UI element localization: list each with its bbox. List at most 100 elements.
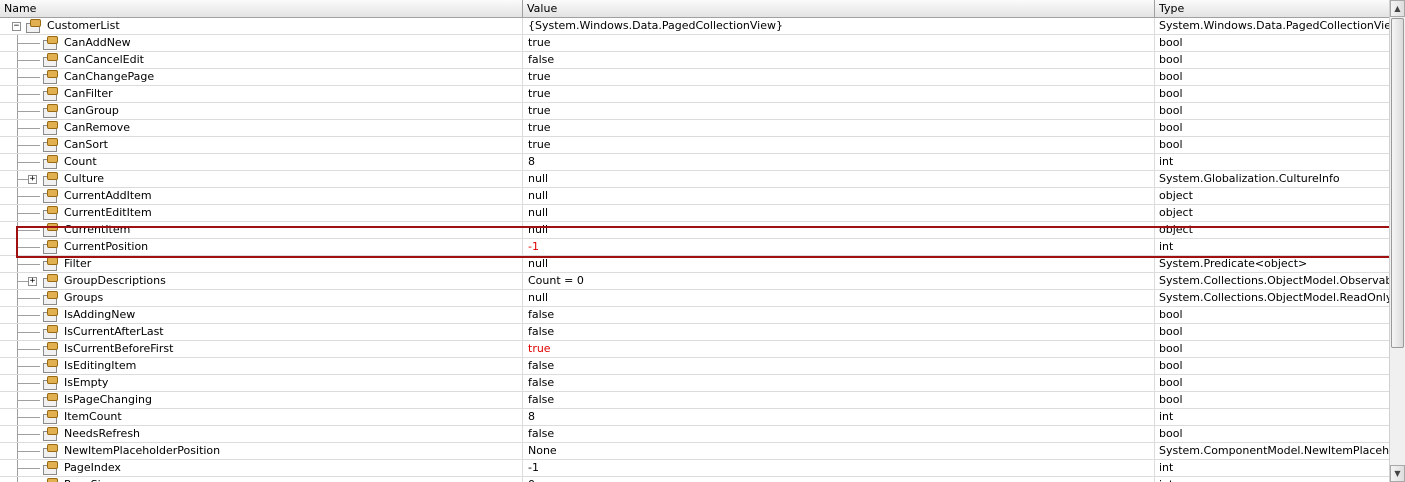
property-name: CanGroup	[64, 104, 119, 117]
scroll-thumb[interactable]	[1391, 18, 1404, 348]
tree-line	[17, 196, 40, 197]
value-cell[interactable]: Count = 0	[523, 273, 1155, 289]
type-cell: bool	[1159, 393, 1183, 406]
value-cell[interactable]: -1	[523, 239, 1155, 255]
value-cell[interactable]: true	[523, 69, 1155, 85]
property-icon	[43, 121, 58, 135]
value-cell[interactable]: false	[523, 358, 1155, 374]
property-name: Culture	[64, 172, 105, 185]
column-header-value[interactable]: Value	[523, 0, 1155, 17]
name-cell: IsEmpty	[0, 375, 523, 391]
value-cell[interactable]: null	[523, 188, 1155, 204]
property-row[interactable]: CanChangePage true bool	[0, 69, 1389, 86]
value-cell[interactable]: {System.Windows.Data.PagedCollectionView…	[523, 18, 1155, 34]
property-row[interactable]: PageIndex -1 int	[0, 460, 1389, 477]
value-cell[interactable]: 0	[523, 477, 1155, 482]
property-row[interactable]: NeedsRefresh false bool	[0, 426, 1389, 443]
property-row[interactable]: PageSize 0int	[0, 477, 1389, 482]
property-row[interactable]: CurrentAddItem null object	[0, 188, 1389, 205]
value-cell[interactable]: null	[523, 205, 1155, 221]
property-row[interactable]: Groups null System.Collections.ObjectModel…	[0, 290, 1389, 307]
property-row[interactable]: CanSort true bool	[0, 137, 1389, 154]
property-icon	[43, 291, 58, 305]
type-cell: bool	[1159, 359, 1183, 372]
value-cell[interactable]: true	[523, 120, 1155, 136]
value-cell[interactable]: false	[523, 375, 1155, 391]
property-icon	[43, 189, 58, 203]
property-name: IsCurrentBeforeFirst	[64, 342, 174, 355]
value-cell[interactable]: true	[523, 35, 1155, 51]
value-cell[interactable]: None	[523, 443, 1155, 459]
value-cell[interactable]: false	[523, 392, 1155, 408]
scroll-down-arrow-icon[interactable]: ▼	[1390, 465, 1405, 482]
property-row[interactable]: CurrentPosition -1 int	[0, 239, 1389, 256]
value-cell[interactable]: 8	[523, 409, 1155, 425]
value-cell[interactable]: false	[523, 52, 1155, 68]
type-cell: int	[1159, 240, 1174, 253]
property-icon	[43, 342, 58, 356]
expand-icon[interactable]: +	[28, 277, 37, 286]
value-cell[interactable]: true	[523, 103, 1155, 119]
property-row[interactable]: IsEmpty false bool	[0, 375, 1389, 392]
property-name: IsCurrentAfterLast	[64, 325, 164, 338]
property-row[interactable]: IsAddingNew false bool	[0, 307, 1389, 324]
expand-icon[interactable]: +	[28, 175, 37, 184]
property-row[interactable]: CurrentEditItem null object	[0, 205, 1389, 222]
tree-line	[17, 43, 40, 44]
property-row[interactable]: + Culture null System.Globalization.Culture…	[0, 171, 1389, 188]
property-row[interactable]: IsEditingItem false bool	[0, 358, 1389, 375]
value-cell[interactable]: true	[523, 137, 1155, 153]
property-row[interactable]: CanAddNew true bool	[0, 35, 1389, 52]
property-icon	[43, 138, 58, 152]
root-row[interactable]: − CustomerList {System.Windows.Data.PagedC…	[0, 18, 1389, 35]
type-cell: bool	[1159, 342, 1183, 355]
vertical-scrollbar[interactable]: ▲ ▼	[1389, 0, 1405, 482]
name-cell: Count	[0, 154, 523, 170]
name-cell: CanRemove	[0, 120, 523, 136]
property-name: IsPageChanging	[64, 393, 152, 406]
property-row[interactable]: IsPageChanging false bool	[0, 392, 1389, 409]
value-cell[interactable]: false	[523, 426, 1155, 442]
collapse-icon[interactable]: −	[12, 22, 21, 31]
property-name: CanChangePage	[64, 70, 155, 83]
property-row[interactable]: IsCurrentAfterLast false bool	[0, 324, 1389, 341]
column-header-type[interactable]: Type	[1155, 0, 1389, 17]
name-cell: Filter	[0, 256, 523, 272]
property-row[interactable]: IsCurrentBeforeFirst true bool	[0, 341, 1389, 358]
tree-line	[17, 434, 40, 435]
scroll-up-arrow-icon[interactable]: ▲	[1390, 0, 1405, 17]
value-cell[interactable]: null	[523, 171, 1155, 187]
type-cell: object	[1159, 206, 1193, 219]
property-icon	[43, 53, 58, 67]
property-row[interactable]: ItemCount 8 int	[0, 409, 1389, 426]
property-row[interactable]: CurrentItem null object	[0, 222, 1389, 239]
property-icon	[43, 393, 58, 407]
name-cell: ItemCount	[0, 409, 523, 425]
property-row[interactable]: CanGroup true bool	[0, 103, 1389, 120]
name-cell: CurrentEditItem	[0, 205, 523, 221]
property-icon	[43, 427, 58, 441]
tree-line	[17, 94, 40, 95]
value-cell[interactable]: null	[523, 256, 1155, 272]
value-cell[interactable]: true	[523, 86, 1155, 102]
type-cell: bool	[1159, 70, 1183, 83]
value-cell[interactable]: 8	[523, 154, 1155, 170]
property-row[interactable]: CanCancelEdit false bool	[0, 52, 1389, 69]
column-header-name[interactable]: Name	[0, 0, 523, 17]
value-cell[interactable]: null	[523, 222, 1155, 238]
type-cell: System.Collections.ObjectModel.ReadOnlyO…	[1159, 291, 1389, 304]
property-row[interactable]: + GroupDescriptions Count = 0 System.Collec…	[0, 273, 1389, 290]
value-cell[interactable]: null	[523, 290, 1155, 306]
property-row[interactable]: Count 8 int	[0, 154, 1389, 171]
value-cell[interactable]: false	[523, 307, 1155, 323]
watch-rows: − CustomerList {System.Windows.Data.PagedC…	[0, 18, 1389, 482]
value-cell[interactable]: true	[523, 341, 1155, 357]
property-row[interactable]: CanFilter true bool	[0, 86, 1389, 103]
property-row[interactable]: CanRemove true bool	[0, 120, 1389, 137]
value-cell[interactable]: -1	[523, 460, 1155, 476]
property-name: NeedsRefresh	[64, 427, 141, 440]
property-row[interactable]: Filter null System.Predicate<object>	[0, 256, 1389, 273]
property-row[interactable]: NewItemPlaceholderPosition None System.Com…	[0, 443, 1389, 460]
property-name: IsEmpty	[64, 376, 109, 389]
value-cell[interactable]: false	[523, 324, 1155, 340]
